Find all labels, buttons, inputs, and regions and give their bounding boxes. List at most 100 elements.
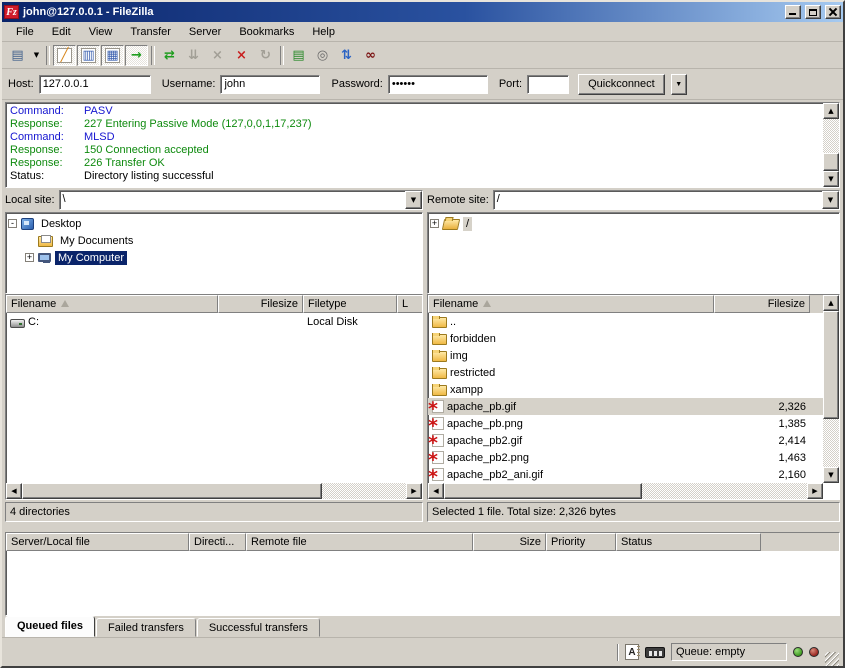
- toolbar-button[interactable]: ×: [230, 45, 253, 66]
- menu-item[interactable]: Help: [303, 24, 344, 40]
- scroll-left-icon[interactable]: ◀: [6, 483, 22, 499]
- menu-item[interactable]: File: [7, 24, 43, 40]
- menu-item[interactable]: Server: [180, 24, 230, 40]
- scroll-up-icon[interactable]: ▲: [823, 295, 839, 311]
- toolbar-button[interactable]: ⇊: [182, 45, 205, 66]
- scroll-right-icon[interactable]: ▶: [807, 483, 823, 499]
- toolbar-button[interactable]: ╱: [53, 45, 76, 66]
- tree-item[interactable]: + My Computer: [8, 249, 422, 266]
- quickconnect-dropdown-button[interactable]: ▼: [671, 74, 687, 95]
- file-row[interactable]: C: Local Disk: [6, 313, 422, 330]
- tree-item[interactable]: + /: [430, 215, 839, 232]
- remote-hscrollbar[interactable]: ◀ ▶: [428, 483, 823, 499]
- queue-tab[interactable]: Queued files: [5, 616, 95, 637]
- menu-item[interactable]: Transfer: [121, 24, 180, 40]
- statusbar-separator: [617, 644, 619, 661]
- maximize-button[interactable]: [805, 5, 821, 19]
- scrollbar-thumb[interactable]: [823, 153, 839, 171]
- toolbar-button[interactable]: ▦: [101, 45, 124, 66]
- tree-expander[interactable]: -: [8, 219, 17, 228]
- file-row[interactable]: apache_pb2.png 1,463: [428, 449, 823, 466]
- queue-column-header[interactable]: Status: [616, 533, 761, 551]
- log-scrollbar[interactable]: ▲ ▼: [823, 103, 839, 187]
- toolbar-button[interactable]: ▥: [77, 45, 100, 66]
- file-row[interactable]: apache_pb2.gif 2,414: [428, 432, 823, 449]
- username-input[interactable]: [220, 75, 320, 94]
- toolbar-button[interactable]: ↻: [254, 45, 277, 66]
- queue-tab[interactable]: Successful transfers: [197, 618, 320, 637]
- menu-item[interactable]: Bookmarks: [230, 24, 303, 40]
- quickconnect-button[interactable]: Quickconnect: [578, 74, 665, 95]
- file-row[interactable]: apache_pb.png 1,385: [428, 415, 823, 432]
- remote-site-combo[interactable]: / ▼: [493, 190, 840, 210]
- file-icon: [432, 451, 444, 464]
- toolbar-button[interactable]: →: [125, 45, 148, 66]
- menu-item[interactable]: View: [80, 24, 122, 40]
- file-row[interactable]: forbidden: [428, 330, 823, 347]
- column-header[interactable]: Filesize: [714, 295, 810, 313]
- toolbar-button[interactable]: ◎: [311, 45, 334, 66]
- column-header[interactable]: Filename: [428, 295, 714, 313]
- minimize-button[interactable]: [785, 5, 801, 19]
- transfer-type-icon[interactable]: A: [625, 644, 639, 660]
- scroll-down-icon[interactable]: ▼: [823, 467, 839, 483]
- scrollbar-thumb[interactable]: [823, 311, 839, 419]
- log-line-text: PASV: [84, 105, 822, 118]
- toolbar-button[interactable]: [151, 46, 155, 65]
- tree-item[interactable]: My Documents: [8, 232, 422, 249]
- menu-item[interactable]: Edit: [43, 24, 80, 40]
- scroll-up-icon[interactable]: ▲: [823, 103, 839, 119]
- scroll-right-icon[interactable]: ▶: [406, 483, 422, 499]
- toolbar-button[interactable]: ▤: [287, 45, 310, 66]
- column-header[interactable]: L: [397, 295, 423, 313]
- file-row[interactable]: ..: [428, 313, 823, 330]
- scroll-left-icon[interactable]: ◀: [428, 483, 444, 499]
- toolbar-button[interactable]: ▼: [30, 45, 43, 66]
- toolbar-button[interactable]: ∞: [359, 45, 382, 66]
- column-header[interactable]: Filesize: [218, 295, 303, 313]
- queue-column-header[interactable]: Size: [473, 533, 546, 551]
- tree-item-icon: [21, 218, 34, 230]
- file-row[interactable]: apache_pb.gif 2,326: [428, 398, 823, 415]
- scrollbar-thumb[interactable]: [22, 483, 322, 499]
- toolbar-button[interactable]: ▤: [6, 45, 29, 66]
- queue-column-header[interactable]: Remote file: [246, 533, 473, 551]
- toolbar-button[interactable]: ⇅: [335, 45, 358, 66]
- tree-expander[interactable]: +: [430, 219, 439, 228]
- queue-column-header[interactable]: Directi...: [189, 533, 246, 551]
- toolbar-button[interactable]: ⇄: [158, 45, 181, 66]
- tree-item-icon: [38, 236, 53, 247]
- queue-column-header[interactable]: Priority: [546, 533, 616, 551]
- file-row[interactable]: restricted: [428, 364, 823, 381]
- file-size: 2,414: [714, 435, 810, 447]
- close-button[interactable]: [825, 5, 841, 19]
- file-row[interactable]: xampp: [428, 381, 823, 398]
- chevron-down-icon[interactable]: ▼: [405, 191, 422, 209]
- resize-grip[interactable]: [825, 652, 839, 666]
- scroll-down-icon[interactable]: ▼: [823, 171, 839, 187]
- password-label: Password:: [331, 78, 382, 90]
- queue-tab[interactable]: Failed transfers: [96, 618, 196, 637]
- tree-expander[interactable]: +: [25, 253, 34, 262]
- speed-limit-icon[interactable]: [645, 647, 665, 658]
- remote-vscrollbar[interactable]: ▲ ▼: [823, 295, 839, 483]
- local-site-combo[interactable]: \ ▼: [59, 190, 423, 210]
- column-header[interactable]: Filename: [6, 295, 218, 313]
- file-size: 1,385: [714, 418, 810, 430]
- password-input[interactable]: [388, 75, 488, 94]
- file-row[interactable]: apache_pb2_ani.gif 2,160: [428, 466, 823, 483]
- chevron-down-icon[interactable]: ▼: [822, 191, 839, 209]
- host-input[interactable]: [39, 75, 151, 94]
- scrollbar-thumb[interactable]: [444, 483, 642, 499]
- tree-item[interactable]: - Desktop: [8, 215, 422, 232]
- toolbar-button[interactable]: ×: [206, 45, 229, 66]
- queue-column-header[interactable]: Server/Local file: [6, 533, 189, 551]
- minimize-icon: [789, 13, 796, 15]
- toolbar-button[interactable]: [280, 46, 284, 65]
- file-size: 2,160: [714, 469, 810, 481]
- port-input[interactable]: [527, 75, 569, 94]
- file-row[interactable]: img: [428, 347, 823, 364]
- column-header[interactable]: Filetype: [303, 295, 397, 313]
- local-hscrollbar[interactable]: ◀ ▶: [6, 483, 422, 499]
- toolbar-button[interactable]: [46, 46, 50, 65]
